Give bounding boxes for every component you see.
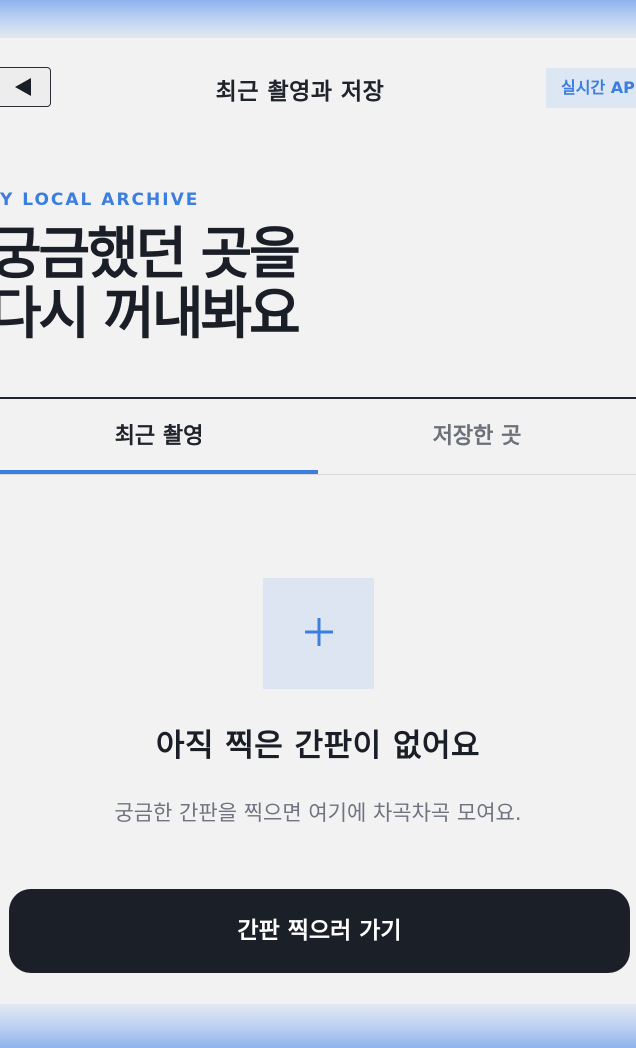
add-shot-tile[interactable] (263, 578, 374, 689)
live-api-badge[interactable]: 실시간 API (546, 68, 636, 108)
empty-state-title: 아직 찍은 간판이 없어요 (155, 728, 481, 764)
empty-state-description: 궁금한 간판을 찍으면 여기에 차곡차곡 모여요. (114, 801, 522, 825)
go-shoot-sign-button[interactable]: 간판 찍으러 가기 (9, 889, 630, 973)
tab-bar: 최근 촬영 저장한 곳 (0, 397, 636, 475)
tab-recent-shots[interactable]: 최근 촬영 (0, 399, 318, 475)
page-title: 최근 촬영과 저장 (215, 79, 385, 105)
bottom-glow (0, 1004, 636, 1048)
hero-title-line-1: 궁금했던 곳을 (0, 222, 301, 287)
hero-title: 궁금했던 곳을 다시 꺼내봐요 (0, 222, 301, 347)
active-tab-indicator (0, 470, 318, 474)
tab-saved-places[interactable]: 저장한 곳 (318, 399, 636, 475)
hero-title-line-2: 다시 꺼내봐요 (0, 282, 301, 347)
plus-icon (304, 617, 334, 651)
top-glow (0, 0, 636, 38)
app-screen: 최근 촬영과 저장 실시간 API Y LOCAL ARCHIVE 궁금했던 곳… (0, 0, 636, 1048)
archive-eyebrow: Y LOCAL ARCHIVE (0, 190, 200, 210)
